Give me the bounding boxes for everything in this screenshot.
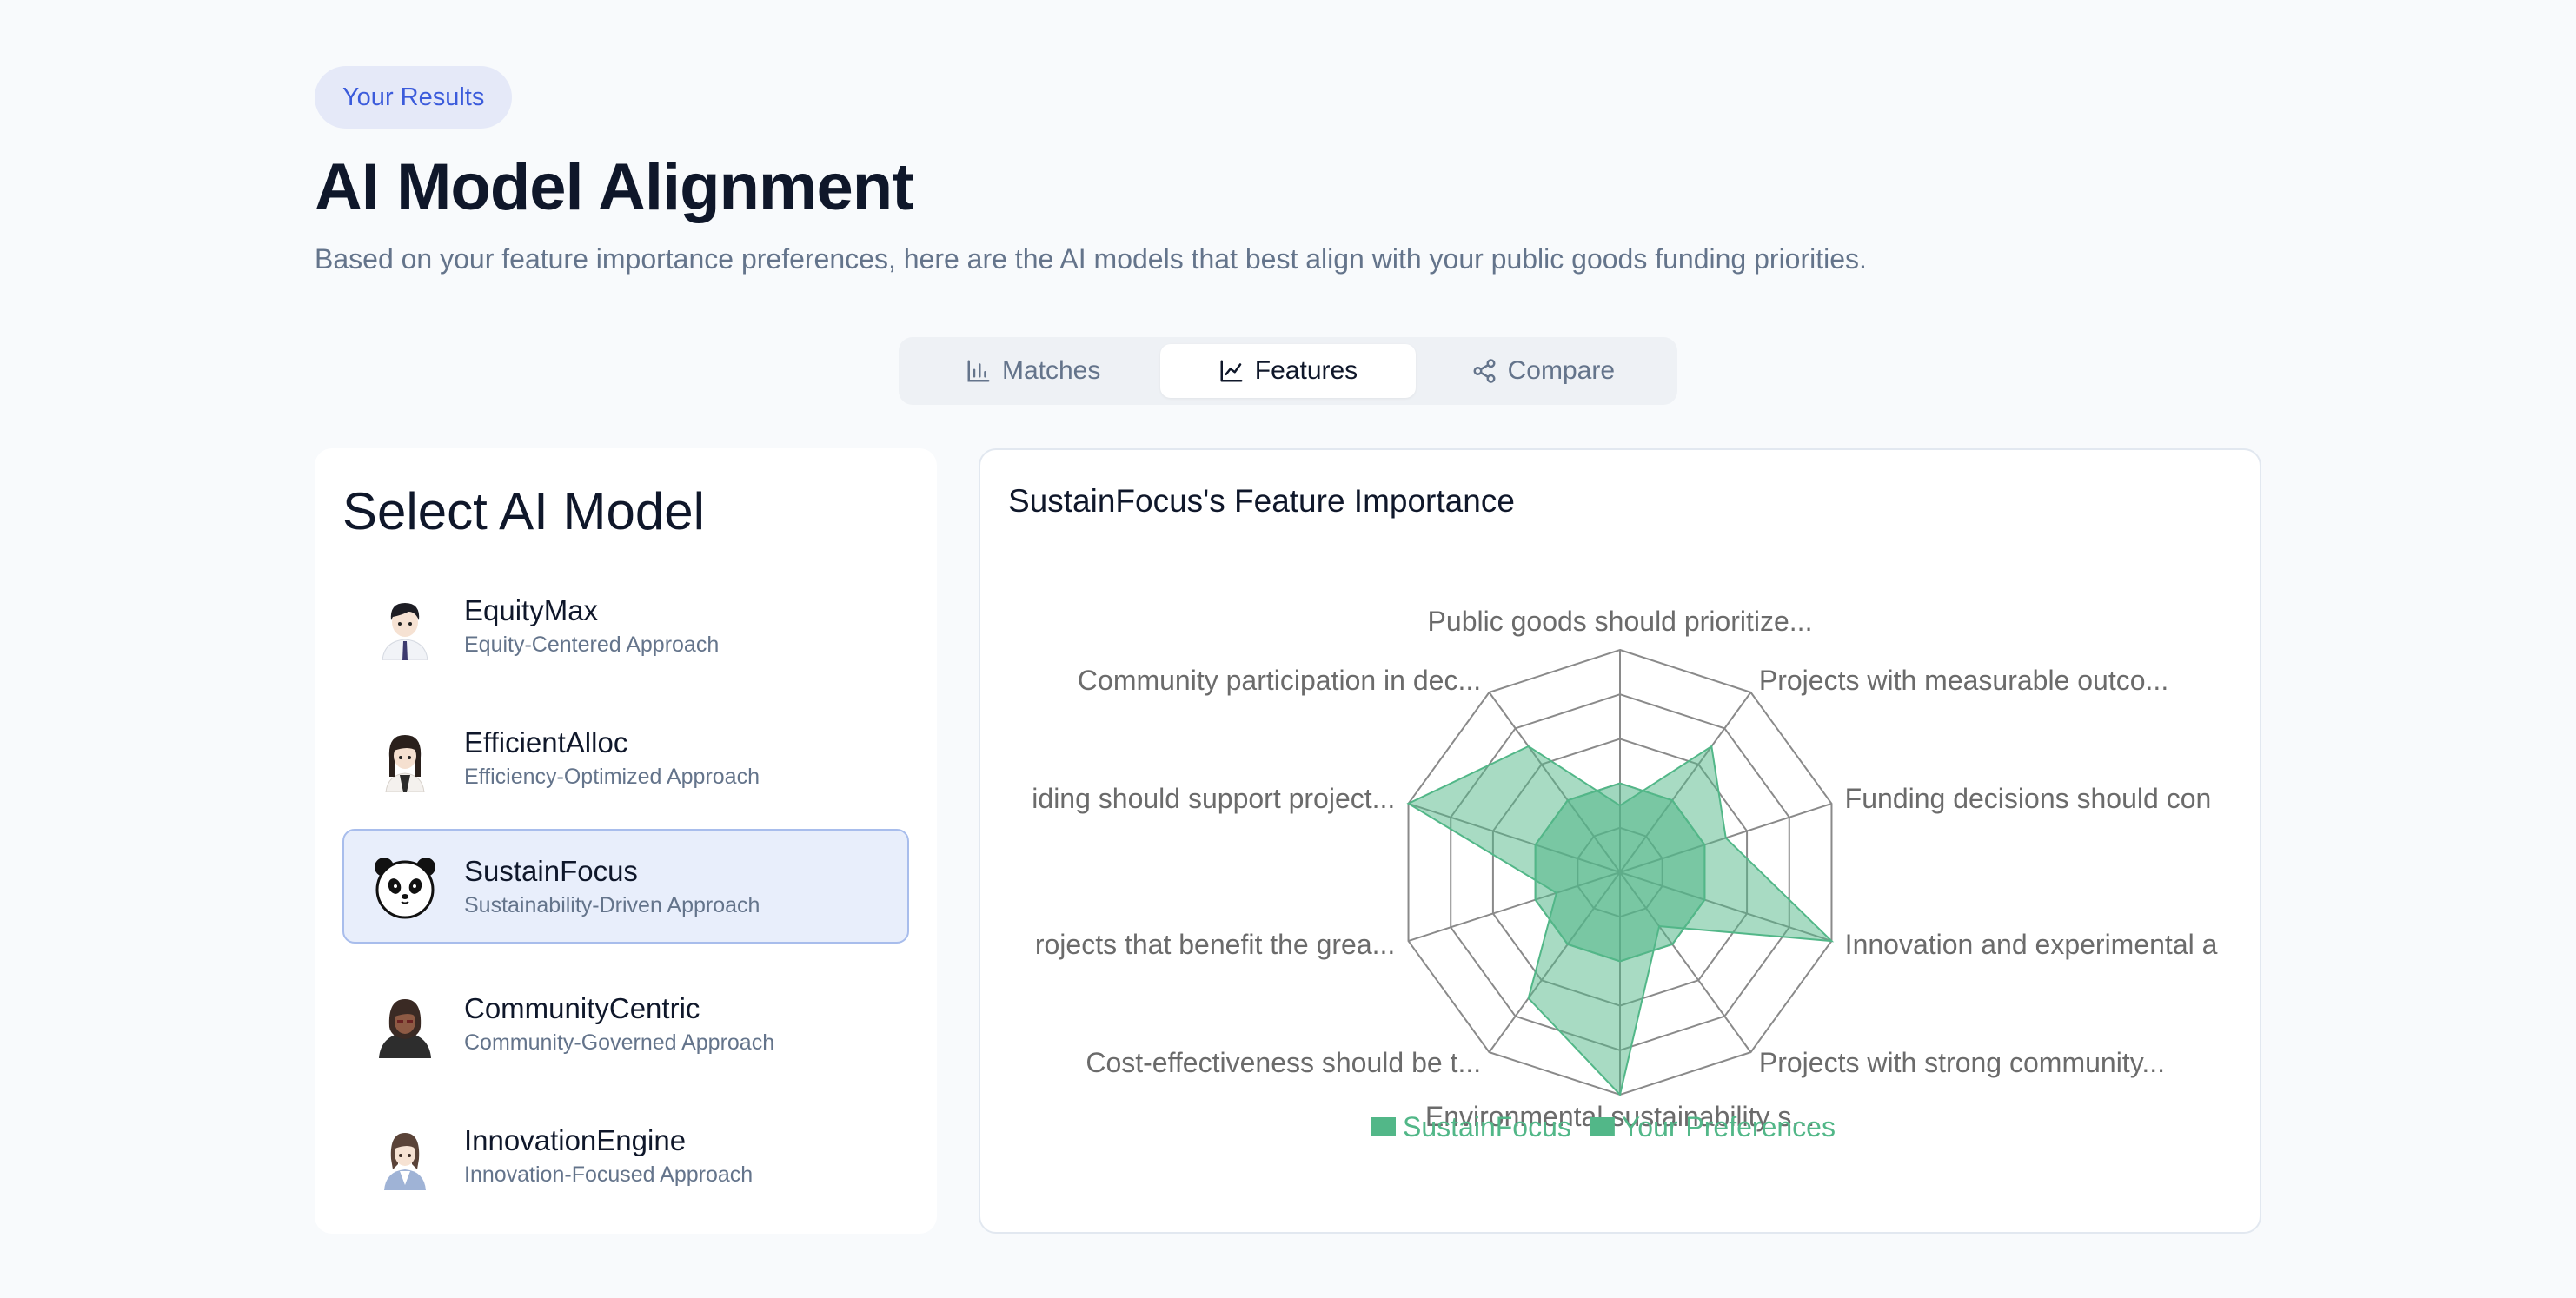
radar-axis-label: Public goods should prioritize... — [1428, 606, 1813, 637]
model-name: CommunityCentric — [464, 991, 700, 1024]
radar-axis-label: Projects with strong community... — [1759, 1047, 2165, 1078]
radar-axis-label: Projects with measurable outco... — [1759, 665, 2168, 696]
model-item-innovationengine[interactable]: InnovationEngine Innovation-Focused Appr… — [342, 1098, 909, 1213]
radar-axis-label: Community participation in dec... — [1078, 665, 1481, 696]
tab-compare[interactable]: Compare — [1416, 344, 1670, 398]
legend-swatch — [1590, 1117, 1615, 1136]
model-panel-title: Select AI Model — [342, 482, 705, 540]
bar-chart-icon — [967, 360, 990, 382]
radar-axis-label: Innovation and experimental a — [1845, 929, 2218, 960]
model-name: EquityMax — [464, 593, 599, 626]
radar-axis-label: Cost-effectiveness should be t... — [1086, 1047, 1481, 1078]
legend-label: Your Preferences — [1622, 1111, 1836, 1142]
radar-axis-label: rojects that benefit the grea... — [1035, 929, 1395, 960]
radar-axis-label: Funding decisions should con — [1845, 783, 2212, 814]
tab-features-label: Features — [1254, 356, 1358, 385]
page-title: AI Model Alignment — [315, 150, 913, 224]
line-chart-icon — [1220, 360, 1243, 382]
legend-swatch — [1371, 1117, 1396, 1136]
anime-woman-avatar — [384, 1133, 426, 1190]
model-select-panel: Select AI Model EquityMax Equity-Centere… — [315, 448, 937, 1234]
model-name: SustainFocus — [464, 854, 638, 887]
view-tabs: Matches Features Compare — [899, 337, 1677, 405]
model-description: Innovation-Focused Approach — [464, 1162, 754, 1187]
chart-title: SustainFocus's Feature Importance — [1008, 483, 1515, 519]
results-badge: Your Results — [315, 66, 513, 129]
model-description: Sustainability-Driven Approach — [464, 892, 760, 917]
model-item-communitycentric[interactable]: CommunityCentric Community-Governed Appr… — [342, 966, 909, 1081]
tab-matches-label: Matches — [1001, 356, 1101, 385]
model-description: Equity-Centered Approach — [464, 632, 720, 657]
model-name: EfficientAlloc — [464, 725, 628, 758]
tab-compare-label: Compare — [1507, 356, 1616, 385]
radar-chart: Public goods should prioritize... Project… — [1032, 606, 2218, 1142]
page-subtitle: Based on your feature importance prefere… — [315, 243, 1867, 275]
anime-boy-avatar — [382, 603, 428, 660]
legend-label: SustainFocus — [1403, 1111, 1571, 1142]
radar-chart-area: Public goods should prioritize... Project… — [1008, 563, 2232, 1189]
model-item-sustainfocus[interactable]: SustainFocus Sustainability-Driven Appro… — [342, 829, 909, 944]
model-description: Efficiency-Optimized Approach — [464, 764, 760, 789]
tab-matches[interactable]: Matches — [906, 344, 1160, 398]
radar-series-your-preferences — [1534, 782, 1706, 963]
model-item-equitymax[interactable]: EquityMax Equity-Centered Approach — [342, 568, 909, 683]
model-description: Community-Governed Approach — [464, 1030, 775, 1055]
tab-features[interactable]: Features — [1160, 344, 1416, 398]
panda-avatar — [375, 858, 435, 919]
model-item-efficientalloc[interactable]: EfficientAlloc Efficiency-Optimized Appr… — [342, 700, 909, 815]
anime-girl-avatar — [385, 735, 425, 792]
share-icon — [1473, 359, 1496, 383]
feature-chart-panel: SustainFocus's Feature Importance Public… — [979, 448, 2261, 1234]
hooded-figure-avatar — [379, 999, 431, 1058]
model-name: InnovationEngine — [464, 1123, 687, 1156]
radar-axis-label: iding should support project... — [1032, 783, 1395, 814]
